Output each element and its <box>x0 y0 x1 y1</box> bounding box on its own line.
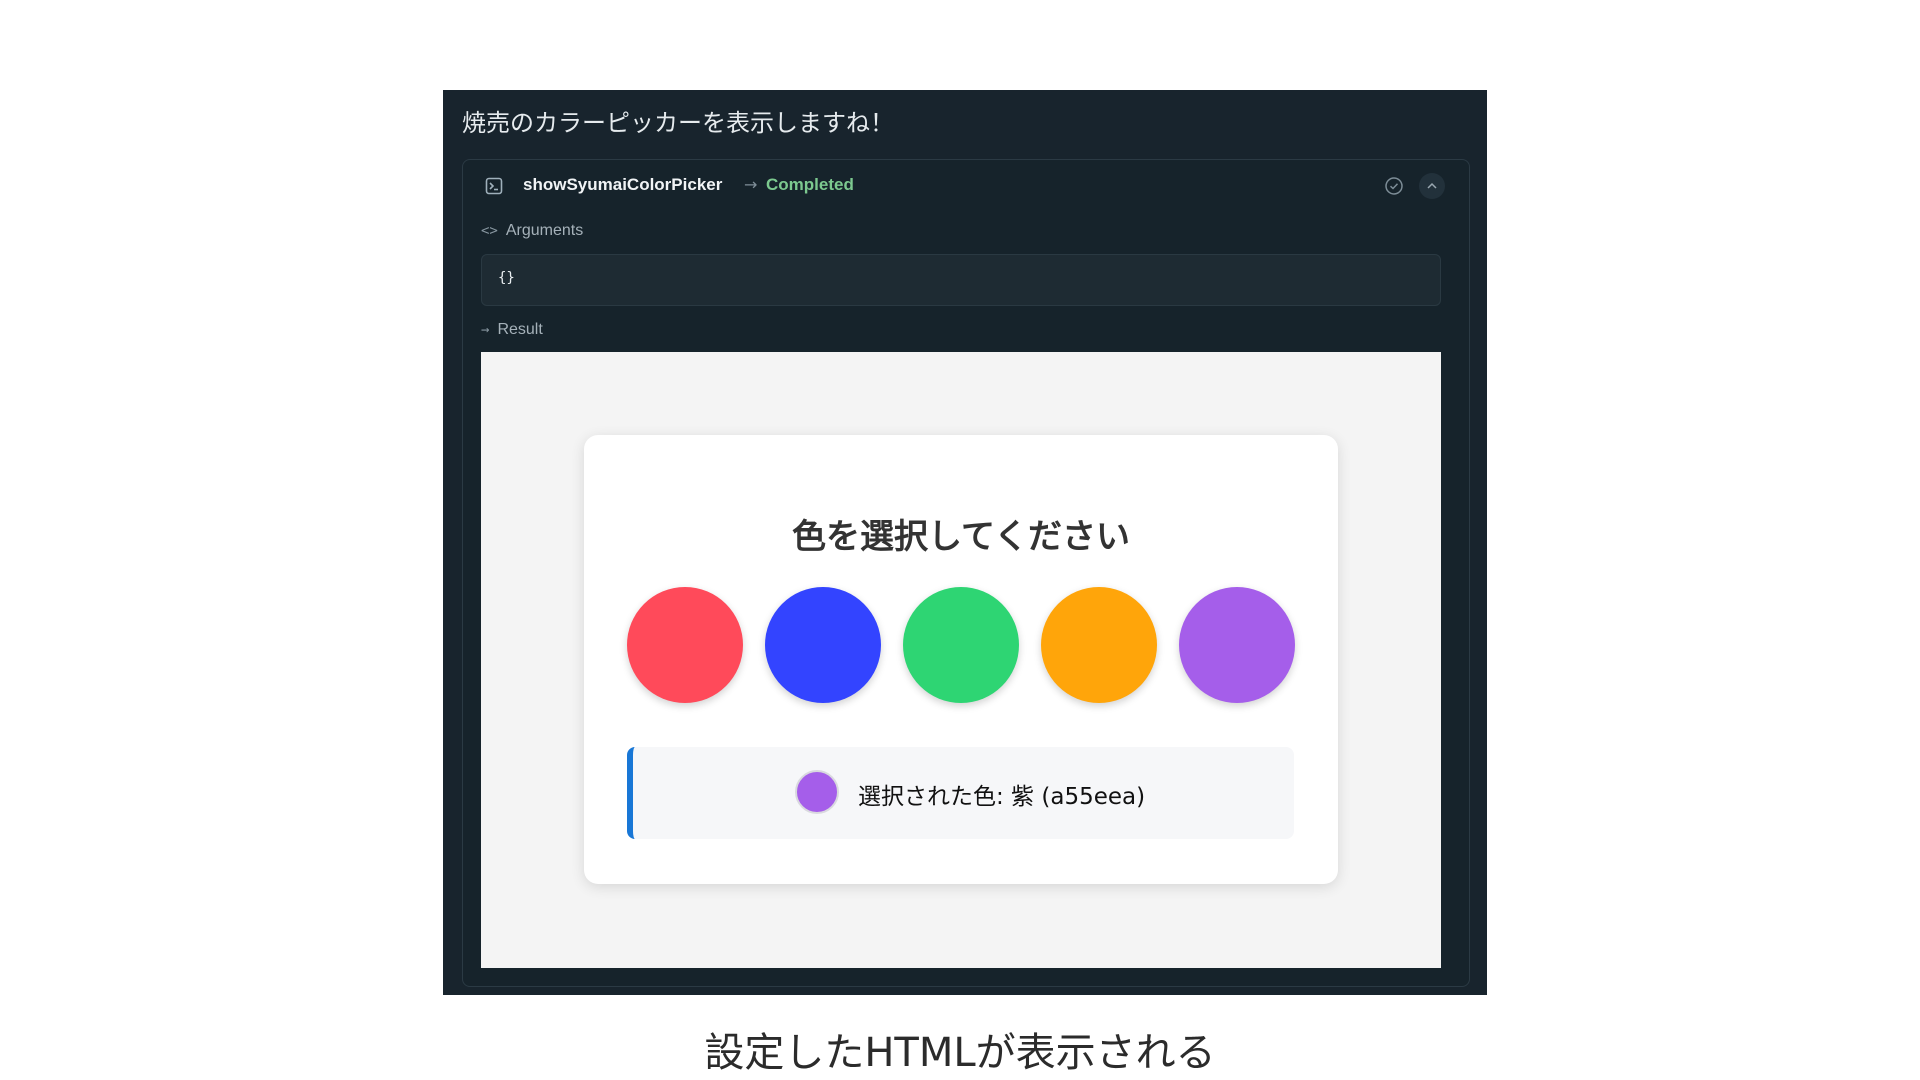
slide-caption: 設定したHTMLが表示される <box>704 1030 1216 1076</box>
swatch-green[interactable] <box>903 587 1019 703</box>
arrow-right-icon: → <box>481 322 490 338</box>
chat-panel: 焼売のカラーピッカーを表示しますね！ showSyumaiColorPicker… <box>443 90 1487 995</box>
code-icon: <> <box>481 223 498 239</box>
selected-color-text: 選択された色: 紫 (a55eea) <box>858 784 1146 810</box>
arguments-label: <> Arguments <box>481 222 584 239</box>
tool-status: Completed <box>766 175 854 194</box>
swatch-orange[interactable] <box>1041 587 1157 703</box>
arrow-right-icon: → <box>744 175 758 194</box>
collapse-button[interactable] <box>1419 173 1445 199</box>
result-frame: 色を選択してください 選択された色: 紫 (a55eea) <box>481 352 1441 968</box>
swatch-red[interactable] <box>627 587 743 703</box>
selected-color-box: 選択された色: 紫 (a55eea) <box>627 747 1294 839</box>
swatch-blue[interactable] <box>765 587 881 703</box>
color-picker-card: 色を選択してください 選択された色: 紫 (a55eea) <box>584 435 1338 884</box>
tool-call-card: showSyumaiColorPicker → Completed <> Argu… <box>462 159 1470 987</box>
assistant-message: 焼売のカラーピッカーを表示しますね！ <box>462 109 894 137</box>
tool-call-header[interactable]: showSyumaiColorPicker → Completed <box>463 160 1469 212</box>
picker-title: 色を選択してください <box>792 517 1130 557</box>
check-circle-icon <box>1384 176 1404 196</box>
swatch-purple[interactable] <box>1179 587 1295 703</box>
selected-color-dot <box>795 770 839 814</box>
terminal-icon <box>485 177 503 195</box>
result-label: → Result <box>481 321 543 338</box>
arguments-box: {} <box>481 254 1441 306</box>
arguments-value: {} <box>498 270 515 286</box>
tool-name: showSyumaiColorPicker <box>523 175 723 194</box>
chevron-up-icon <box>1427 182 1437 189</box>
